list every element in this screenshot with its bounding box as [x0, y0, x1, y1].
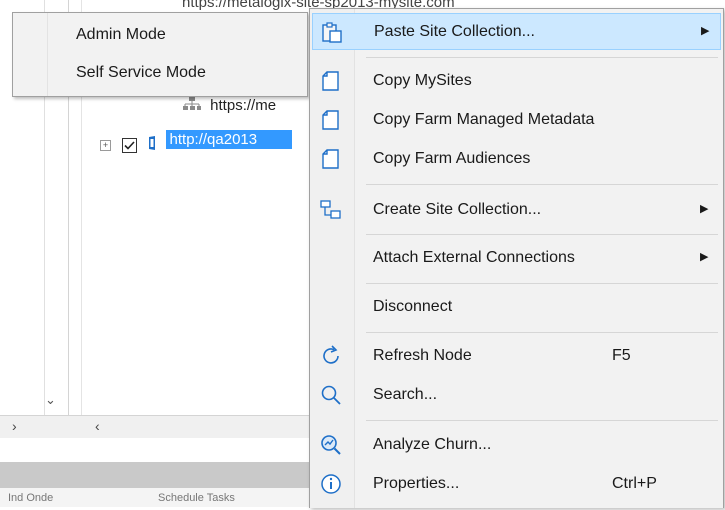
tree-hscrollbar[interactable]: ‹	[69, 415, 310, 438]
tree-row-selected[interactable]: + http://qa2013	[100, 130, 292, 155]
context-menu: Paste Site Collection... ▶ Copy MySites …	[309, 8, 724, 508]
admin-mode-item[interactable]: Admin Mode	[14, 17, 306, 53]
info-icon	[319, 472, 343, 496]
menu-separator	[366, 57, 718, 58]
submenu-arrow-icon: ▶	[700, 203, 709, 215]
menu-separator	[366, 283, 718, 284]
paste-icon	[320, 21, 344, 45]
menu-label: Disconnect	[373, 298, 453, 315]
node-checkbox[interactable]	[122, 137, 138, 153]
menu-search[interactable]: Search...	[312, 376, 721, 413]
search-icon	[319, 383, 343, 407]
menu-label: Properties...	[373, 475, 460, 492]
submenu-arrow-icon: ▶	[700, 251, 709, 263]
menu-label: Refresh Node	[373, 347, 472, 364]
menu-label: Analyze Churn...	[373, 436, 492, 453]
menu-label: Copy Farm Managed Metadata	[373, 111, 595, 128]
copy-icon	[319, 147, 343, 171]
mode-menu: Admin Mode Self Service Mode	[12, 12, 308, 97]
scroll-right-icon[interactable]: ›	[12, 418, 17, 434]
menu-disconnect[interactable]: Disconnect	[312, 288, 721, 325]
tree-row-https-label: https://me	[210, 96, 277, 114]
scroll-left-icon[interactable]: ‹	[95, 418, 100, 434]
expand-toggle[interactable]: +	[100, 139, 111, 151]
menu-label: Search...	[373, 386, 438, 403]
bottom-toolbar: Ind Onde Schedule Tasks	[0, 488, 310, 507]
menu-properties[interactable]: Properties... Ctrl+P	[312, 465, 721, 502]
menu-label: Attach External Connections	[373, 249, 575, 266]
schedule-tasks-label[interactable]: Schedule Tasks	[158, 492, 235, 504]
menu-copy-farm-managed-metadata[interactable]: Copy Farm Managed Metadata	[312, 101, 721, 138]
menu-separator	[366, 332, 718, 333]
status-strip	[0, 462, 310, 488]
left-hscrollbar[interactable]: ›	[0, 415, 69, 438]
sharepoint-site-icon	[147, 135, 157, 155]
menu-label: Copy Farm Audiences	[373, 150, 531, 167]
menu-copy-farm-audiences[interactable]: Copy Farm Audiences	[312, 140, 721, 177]
menu-analyze-churn[interactable]: Analyze Churn...	[312, 426, 721, 463]
self-service-mode-label: Self Service Mode	[76, 64, 206, 81]
menu-label: Paste Site Collection...	[374, 23, 535, 40]
bottom-left-text: Ind Onde	[8, 492, 54, 504]
admin-mode-label: Admin Mode	[76, 26, 166, 43]
menu-separator	[366, 234, 718, 235]
copy-icon	[319, 108, 343, 132]
create-site-icon	[319, 198, 343, 222]
menu-attach-external-connections[interactable]: Attach External Connections ▶	[312, 239, 721, 276]
self-service-mode-item[interactable]: Self Service Mode	[14, 55, 306, 91]
menu-label: Copy MySites	[373, 72, 472, 89]
copy-icon	[319, 69, 343, 93]
tree-row-https[interactable]: https://me	[182, 96, 276, 116]
menu-label: Create Site Collection...	[373, 201, 542, 218]
menu-shortcut: F5	[612, 347, 631, 364]
menu-separator	[366, 420, 718, 421]
analyze-icon	[319, 433, 343, 457]
menu-separator	[366, 184, 718, 185]
submenu-arrow-icon: ▶	[701, 25, 710, 37]
site-network-icon	[182, 96, 202, 116]
menu-copy-mysites[interactable]: Copy MySites	[312, 62, 721, 99]
refresh-icon	[319, 344, 343, 368]
scroll-down-icon[interactable]: ⌄	[45, 392, 56, 408]
selected-node-label: http://qa2013	[165, 130, 292, 149]
menu-refresh-node[interactable]: Refresh Node F5	[312, 337, 721, 374]
menu-paste-site-collection[interactable]: Paste Site Collection... ▶	[312, 13, 721, 50]
menu-create-site-collection[interactable]: Create Site Collection... ▶	[312, 191, 721, 228]
menu-shortcut: Ctrl+P	[612, 475, 657, 492]
